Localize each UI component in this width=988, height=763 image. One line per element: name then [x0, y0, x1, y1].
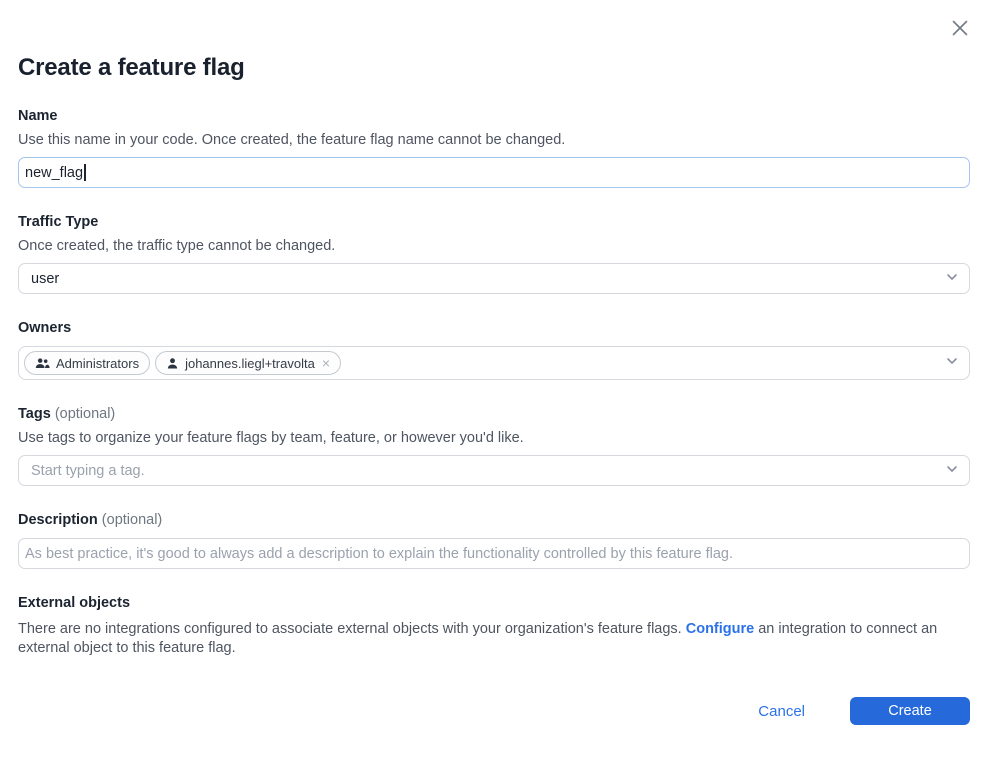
- description-optional-label: (optional): [102, 512, 162, 528]
- traffic-type-select[interactable]: user: [18, 263, 970, 294]
- owner-chip-label: Administrators: [56, 356, 139, 371]
- traffic-type-value: user: [31, 271, 59, 287]
- close-button[interactable]: [945, 14, 975, 44]
- traffic-type-help-text: Once created, the traffic type cannot be…: [18, 239, 970, 254]
- owners-label: Owners: [18, 321, 970, 336]
- text-caret: [84, 164, 86, 181]
- owner-chip-label: johannes.liegl+travolta: [185, 356, 315, 371]
- name-help-text: Use this name in your code. Once created…: [18, 133, 970, 148]
- chevron-down-icon: [945, 354, 959, 373]
- owners-input[interactable]: Administrators johannes.liegl+travolta ×: [18, 346, 970, 380]
- name-input-value: new_flag: [25, 165, 83, 181]
- external-objects-text: There are no integrations configured to …: [18, 620, 970, 657]
- owner-chip-administrators[interactable]: Administrators: [24, 351, 150, 375]
- modal-footer: Cancel Create: [18, 697, 970, 725]
- name-label: Name: [18, 109, 970, 124]
- owner-chip-user[interactable]: johannes.liegl+travolta ×: [155, 351, 341, 375]
- tags-label: Tags (optional): [18, 407, 970, 422]
- traffic-type-section: Traffic Type Once created, the traffic t…: [18, 215, 970, 294]
- external-objects-section: External objects There are no integratio…: [18, 596, 970, 657]
- modal-title: Create a feature flag: [18, 0, 970, 82]
- tags-help-text: Use tags to organize your feature flags …: [18, 431, 970, 446]
- description-label: Description (optional): [18, 513, 970, 528]
- description-input[interactable]: [18, 538, 970, 569]
- create-button[interactable]: Create: [850, 697, 970, 725]
- remove-icon[interactable]: ×: [322, 356, 330, 370]
- owners-section: Owners Administrators: [18, 321, 970, 380]
- tags-section: Tags (optional) Use tags to organize you…: [18, 407, 970, 486]
- chevron-down-icon: [945, 270, 959, 288]
- traffic-type-label: Traffic Type: [18, 215, 970, 230]
- cancel-button[interactable]: Cancel: [758, 703, 805, 720]
- create-feature-flag-modal: Create a feature flag Name Use this name…: [0, 0, 988, 763]
- tags-select[interactable]: Start typing a tag.: [18, 455, 970, 486]
- close-icon: [949, 17, 971, 42]
- name-section: Name Use this name in your code. Once cr…: [18, 109, 970, 188]
- person-icon: [166, 357, 179, 370]
- owners-chip-list: Administrators johannes.liegl+travolta ×: [24, 351, 341, 375]
- description-section: Description (optional): [18, 513, 970, 569]
- name-input[interactable]: new_flag: [18, 157, 970, 188]
- group-icon: [35, 357, 50, 369]
- external-objects-label: External objects: [18, 596, 970, 611]
- tags-optional-label: (optional): [55, 406, 115, 422]
- chevron-down-icon: [945, 462, 959, 480]
- configure-link[interactable]: Configure: [686, 621, 754, 637]
- tags-placeholder: Start typing a tag.: [31, 463, 145, 479]
